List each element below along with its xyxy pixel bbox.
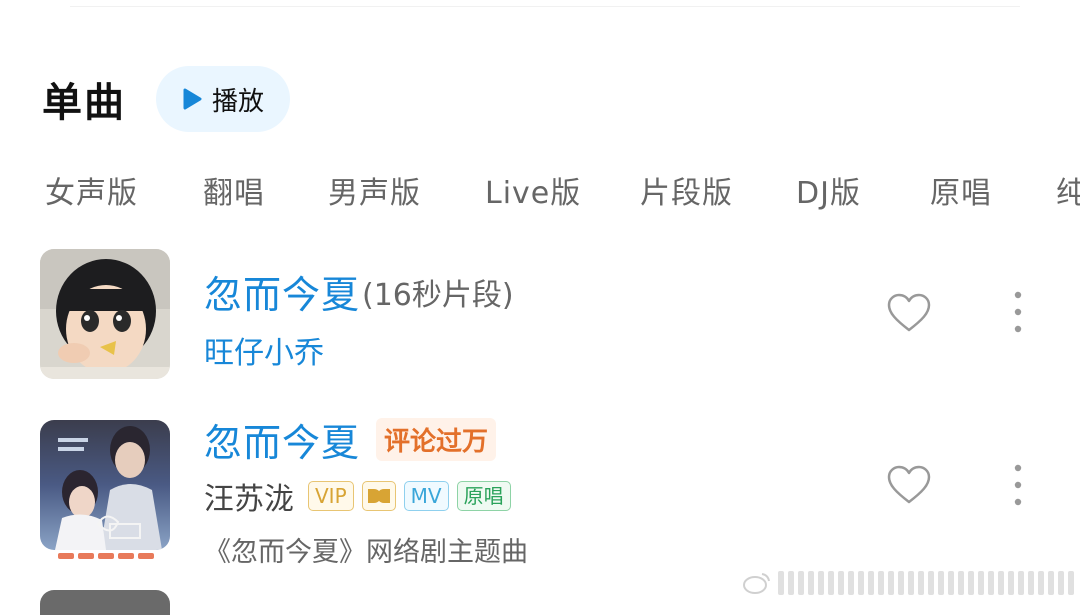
tab-original[interactable]: 原唱 bbox=[930, 168, 992, 212]
song-description: 《忽而今夏》网络剧主题曲 bbox=[204, 537, 528, 568]
cover-art bbox=[40, 249, 170, 379]
song-artist[interactable]: 汪苏泷 bbox=[204, 474, 294, 518]
heart-icon[interactable] bbox=[886, 464, 932, 506]
section-title: 单曲 bbox=[42, 80, 126, 126]
hot-comments-badge: 评论过万 bbox=[376, 418, 497, 461]
original-badge: 原唱 bbox=[456, 481, 511, 511]
song-title-suffix: (16秒片段) bbox=[362, 277, 514, 313]
play-icon bbox=[183, 88, 202, 110]
vip-badge: VIP bbox=[308, 481, 354, 511]
cover-progress-bars bbox=[58, 553, 154, 559]
tab-clip-version[interactable]: 片段版 bbox=[640, 168, 733, 212]
version-filter-tabs: 女声版 翻唱 男声版 Live版 片段版 DJ版 原唱 纯 bbox=[0, 168, 1080, 212]
heart-icon[interactable] bbox=[886, 292, 932, 334]
search-area-bottom-edge bbox=[70, 0, 1020, 7]
tab-live-version[interactable]: Live版 bbox=[485, 168, 581, 212]
song-cover-partial[interactable] bbox=[40, 590, 170, 615]
more-options-icon[interactable] bbox=[1006, 290, 1030, 334]
tab-cover[interactable]: 翻唱 bbox=[203, 168, 265, 212]
tab-male-version[interactable]: 男声版 bbox=[328, 168, 421, 212]
section-header: 单曲 播放 bbox=[42, 66, 290, 132]
song-row[interactable]: 忽而今夏 评论过万 汪苏泷 VIP MV 原唱 《忽而今夏》网络剧主题曲 bbox=[0, 410, 1080, 575]
tab-dj-version[interactable]: DJ版 bbox=[796, 168, 861, 212]
song-title[interactable]: 忽而今夏 bbox=[204, 264, 360, 319]
song-title[interactable]: 忽而今夏 bbox=[204, 412, 360, 467]
tab-pure-truncated[interactable]: 纯 bbox=[1056, 168, 1080, 212]
weibo-logo-icon bbox=[743, 573, 770, 594]
more-options-icon[interactable] bbox=[1006, 463, 1030, 507]
song-cover-drama-poster[interactable] bbox=[40, 420, 170, 550]
cover-art bbox=[40, 420, 170, 550]
play-all-button[interactable]: 播放 bbox=[156, 66, 290, 132]
dolby-glyph bbox=[367, 489, 390, 503]
dolby-icon bbox=[361, 481, 396, 511]
tab-female-version[interactable]: 女声版 bbox=[45, 168, 138, 212]
song-artist[interactable]: 旺仔小乔 bbox=[204, 328, 324, 372]
song-cover-anime-girl[interactable] bbox=[40, 249, 170, 379]
play-all-label: 播放 bbox=[211, 86, 264, 117]
watermark bbox=[742, 570, 1074, 596]
song-row[interactable]: 忽而今夏 (16秒片段) 旺仔小乔 bbox=[0, 248, 1080, 383]
watermark-bars bbox=[778, 571, 1074, 595]
mv-badge[interactable]: MV bbox=[403, 481, 449, 511]
